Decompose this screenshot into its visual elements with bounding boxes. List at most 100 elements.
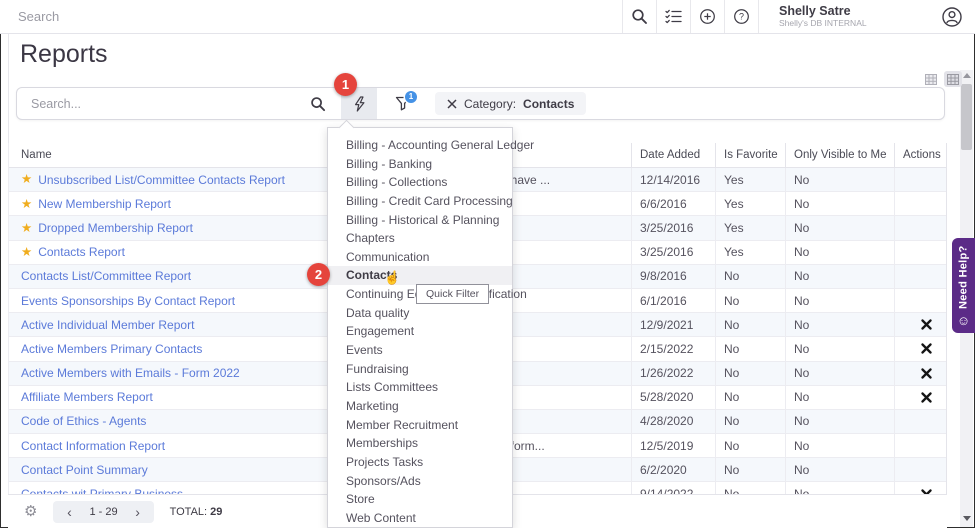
report-link[interactable]: Contacts List/Committee Report	[21, 269, 191, 283]
gear-icon[interactable]: ⚙	[24, 504, 37, 519]
scroll-up-arrow-icon[interactable]	[963, 73, 971, 78]
need-help-tab[interactable]: Need Help? ☺	[952, 238, 975, 333]
column-header-name[interactable]: Name	[9, 149, 351, 161]
report-name-cell: Active Members with Emails - Form 2022	[9, 366, 351, 380]
menu-item[interactable]: Billing - Collections	[328, 173, 512, 192]
tasks-button[interactable]	[656, 0, 690, 33]
date-added-cell: 6/6/2016	[631, 192, 715, 215]
date-added-cell: 12/9/2021	[631, 313, 715, 336]
filter-chip-label: Category:	[464, 97, 516, 111]
report-link[interactable]: Active Individual Member Report	[21, 318, 194, 332]
report-link[interactable]: Dropped Membership Report	[38, 221, 193, 235]
menu-item[interactable]: Sponsors/Ads	[328, 472, 512, 491]
scroll-down-arrow-icon[interactable]	[963, 516, 971, 521]
column-header-only-visible[interactable]: Only Visible to Me	[785, 143, 894, 167]
menu-item[interactable]: Contacts☝	[328, 266, 512, 285]
menu-item[interactable]: Billing - Credit Card Processing	[328, 192, 512, 211]
question-circle-icon: ?	[733, 8, 750, 25]
menu-item[interactable]: Events	[328, 341, 512, 360]
report-name-cell: Active Members Primary Contacts	[9, 342, 351, 356]
avatar[interactable]	[929, 0, 975, 33]
menu-item[interactable]: Billing - Banking	[328, 155, 512, 174]
menu-item[interactable]: Engagement	[328, 322, 512, 341]
menu-item-label: Sponsors/Ads	[346, 474, 421, 488]
active-filter-chip[interactable]: Category: Contacts	[435, 92, 586, 115]
actions-cell	[894, 386, 946, 409]
only-visible-cell: No	[785, 337, 894, 360]
report-link[interactable]: Unsubscribed List/Committee Contacts Rep…	[38, 173, 285, 187]
quick-filter-menu: Billing - Accounting General LedgerBilli…	[327, 127, 513, 528]
report-name-cell: ★Contacts Report	[9, 245, 351, 259]
filter-button[interactable]: 1	[381, 88, 425, 119]
report-search-input[interactable]	[17, 88, 301, 119]
global-search-input[interactable]	[0, 9, 622, 24]
delete-report-button[interactable]	[921, 319, 932, 330]
avatar-person-icon	[941, 6, 963, 28]
menu-item[interactable]: Store	[328, 490, 512, 509]
menu-item-label: Fundraising	[346, 362, 409, 376]
only-visible-cell: No	[785, 362, 894, 385]
report-name-cell: ★ New Membership Report	[9, 197, 351, 211]
delete-report-button[interactable]	[921, 368, 932, 379]
report-link[interactable]: Affiliate Members Report	[21, 390, 153, 404]
menu-item[interactable]: Memberships	[328, 434, 512, 453]
column-header-is-favorite[interactable]: Is Favorite	[715, 143, 785, 167]
menu-item-label: Billing - Credit Card Processing	[346, 194, 513, 208]
global-search-button[interactable]	[622, 0, 656, 33]
quick-filter-tooltip: Quick Filter	[416, 284, 489, 304]
only-visible-cell: No	[785, 313, 894, 336]
only-visible-cell: No	[785, 289, 894, 312]
search-icon	[631, 8, 648, 25]
menu-item[interactable]: Lists Committees	[328, 378, 512, 397]
menu-item[interactable]: Billing - Accounting General Ledger	[328, 136, 512, 155]
checklist-icon	[665, 9, 682, 24]
table-view-button[interactable]	[944, 71, 962, 87]
favorite-star-icon: ★	[21, 198, 32, 211]
menu-item[interactable]: Data quality	[328, 304, 512, 323]
remove-filter-icon[interactable]	[447, 99, 457, 109]
search-icon	[310, 96, 326, 112]
report-name-cell: ★Dropped Membership Report	[9, 221, 351, 235]
report-search-button[interactable]	[301, 88, 335, 119]
quick-add-button[interactable]	[690, 0, 724, 33]
menu-item[interactable]: Fundraising	[328, 360, 512, 379]
menu-item-label: Member Recruitment	[346, 418, 458, 432]
view-toggles	[922, 71, 962, 87]
report-link[interactable]: Contact Point Summary	[21, 463, 148, 477]
report-link[interactable]: New Membership Report	[38, 197, 171, 211]
menu-item[interactable]: Projects Tasks	[328, 453, 512, 472]
column-header-date-added[interactable]: Date Added	[631, 143, 715, 167]
user-menu[interactable]: Shelly Satre Shelly's DB INTERNAL	[758, 0, 929, 33]
next-page-button[interactable]: ›	[126, 501, 150, 523]
delete-report-button[interactable]	[921, 392, 932, 403]
grid-view-button[interactable]	[922, 71, 940, 87]
prev-page-button[interactable]: ‹	[57, 501, 81, 523]
report-link[interactable]: Contact Information Report	[21, 439, 165, 453]
menu-item[interactable]: Marketing	[328, 397, 512, 416]
date-added-cell: 12/14/2016	[631, 168, 715, 191]
menu-item-label: Data quality	[346, 306, 409, 320]
column-header-actions: Actions	[894, 143, 946, 167]
help-button[interactable]: ?	[724, 0, 758, 33]
report-link[interactable]: Contacts Report	[38, 245, 125, 259]
is-favorite-cell: No	[715, 313, 785, 336]
is-favorite-cell: No	[715, 265, 785, 288]
scrollbar-thumb[interactable]	[961, 84, 972, 150]
menu-item-label: Billing - Historical & Planning	[346, 213, 499, 227]
menu-item-label: Lists Committees	[346, 380, 438, 394]
topbar: ? Shelly Satre Shelly's DB INTERNAL	[0, 0, 975, 34]
menu-item[interactable]: Billing - Historical & Planning	[328, 211, 512, 230]
menu-item-label: Communication	[346, 250, 429, 264]
report-link[interactable]: Events Sponsorships By Contact Report	[21, 294, 235, 308]
menu-item[interactable]: Member Recruitment	[328, 416, 512, 435]
report-link[interactable]: Active Members Primary Contacts	[21, 342, 202, 356]
menu-item[interactable]: Chapters	[328, 229, 512, 248]
only-visible-cell: No	[785, 192, 894, 215]
menu-item[interactable]: Web Content	[328, 509, 512, 528]
filter-count-badge: 1	[405, 91, 417, 103]
actions-cell	[894, 289, 946, 312]
report-link[interactable]: Code of Ethics - Agents	[21, 414, 146, 428]
report-link[interactable]: Active Members with Emails - Form 2022	[21, 366, 240, 380]
menu-item[interactable]: Communication	[328, 248, 512, 267]
delete-report-button[interactable]	[921, 343, 932, 354]
